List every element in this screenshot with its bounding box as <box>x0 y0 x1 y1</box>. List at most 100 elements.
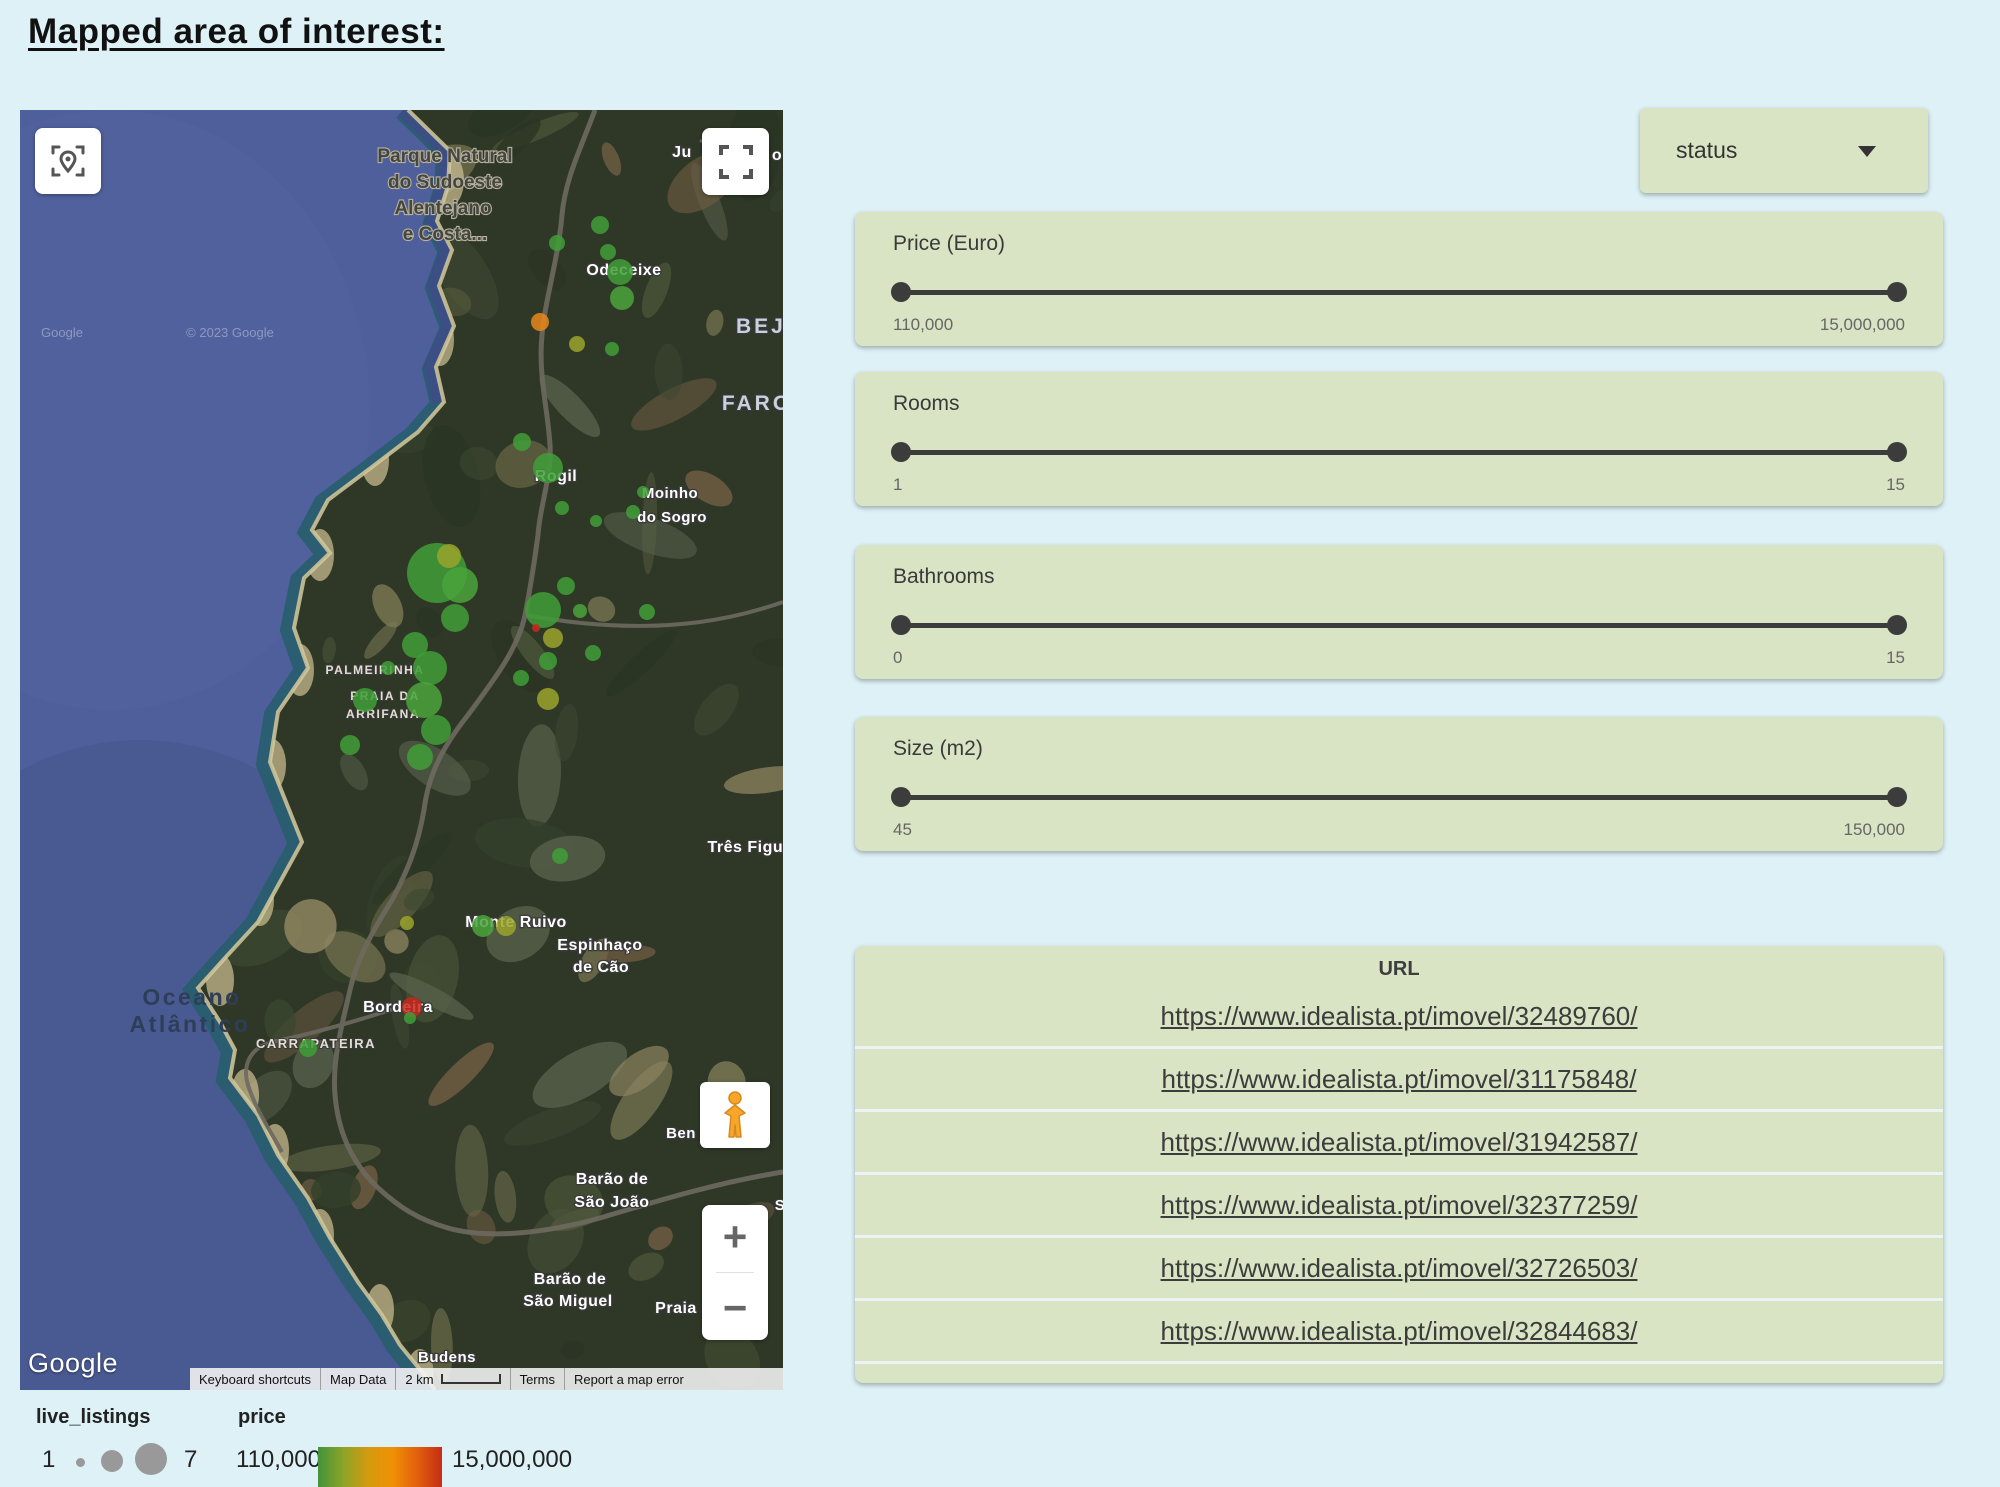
size-min-value: 45 <box>893 820 912 840</box>
scale-bracket <box>441 1374 501 1384</box>
size-slider-handle-max[interactable] <box>1887 787 1907 807</box>
map-label: Google <box>41 325 83 340</box>
listing-dot[interactable] <box>610 286 634 310</box>
listing-dot[interactable] <box>637 486 649 498</box>
listing-link[interactable]: https://www.idealista.pt/imovel/32489760… <box>1161 1001 1638 1032</box>
listing-dot[interactable] <box>406 682 442 718</box>
listing-dot[interactable] <box>496 916 516 936</box>
listing-dot[interactable] <box>543 628 563 648</box>
map-data-link[interactable]: Map Data <box>320 1368 395 1390</box>
listing-dot[interactable] <box>537 688 559 710</box>
listing-dot[interactable] <box>533 453 563 483</box>
listing-dot[interactable] <box>437 544 461 568</box>
listing-dot[interactable] <box>626 505 640 519</box>
listing-dot[interactable] <box>549 235 565 251</box>
size-legend-dot-large <box>135 1443 167 1475</box>
select-region-button[interactable] <box>35 128 101 194</box>
price-legend-max: 15,000,000 <box>452 1446 572 1474</box>
listing-dot[interactable] <box>573 604 587 618</box>
listing-link[interactable]: https://www.idealista.pt/imovel/32726503… <box>1161 1253 1638 1284</box>
listing-dot[interactable] <box>590 515 602 527</box>
price-slider-track[interactable] <box>895 290 1903 295</box>
listing-link[interactable]: https://www.idealista.pt/imovel/32377259… <box>1161 1190 1638 1221</box>
zoom-divider <box>716 1272 754 1273</box>
listing-dot[interactable] <box>555 501 569 515</box>
price-slider-handle-max[interactable] <box>1887 282 1907 302</box>
listing-dot[interactable] <box>472 915 494 937</box>
report-map-error-link[interactable]: Report a map error <box>564 1368 693 1390</box>
listing-link[interactable]: https://www.idealista.pt/imovel/31175848… <box>1161 1064 1636 1095</box>
bathrooms-slider-handle-max[interactable] <box>1887 615 1907 635</box>
status-dropdown[interactable]: status <box>1640 108 1928 193</box>
bathrooms-slider-label: Bathrooms <box>893 565 1905 589</box>
listing-dot[interactable] <box>441 604 469 632</box>
map-label: Três Figue <box>707 839 783 856</box>
pegman-button[interactable] <box>700 1082 770 1148</box>
price-min-value: 110,000 <box>893 315 953 335</box>
listing-link[interactable]: https://www.idealista.pt/imovel/32049204… <box>1161 1379 1638 1384</box>
listing-dot[interactable] <box>299 1039 317 1057</box>
listing-dot[interactable] <box>607 259 633 285</box>
listing-dot[interactable] <box>381 661 395 675</box>
fullscreen-button[interactable] <box>702 128 769 195</box>
map-label: © 2023 Google <box>186 325 274 340</box>
map-label: São Miguel <box>523 1293 612 1310</box>
listing-dot[interactable] <box>539 652 557 670</box>
listing-dot[interactable] <box>413 651 447 685</box>
bathrooms-max-value: 15 <box>1886 648 1905 668</box>
map-label: Barão de <box>576 1171 648 1188</box>
rooms-slider-handle-min[interactable] <box>891 442 911 462</box>
bathrooms-slider-handle-min[interactable] <box>891 615 911 635</box>
table-row: https://www.idealista.pt/imovel/32377259… <box>855 1172 1943 1235</box>
map-label: PALMEIRINHA <box>326 663 425 677</box>
fullscreen-icon <box>718 144 754 180</box>
map-canvas[interactable]: Parque Naturaldo SudoesteAlentejanoe Cos… <box>20 110 783 1390</box>
listing-dot[interactable] <box>585 645 601 661</box>
listing-link[interactable]: https://www.idealista.pt/imovel/31942587… <box>1161 1127 1638 1158</box>
listing-dot[interactable] <box>340 735 360 755</box>
bathrooms-slider-track[interactable] <box>895 623 1903 628</box>
size-slider-handle-min[interactable] <box>891 787 911 807</box>
listing-dot[interactable] <box>442 567 478 603</box>
rooms-slider-handle-max[interactable] <box>1887 442 1907 462</box>
map-label: Praia <box>655 1300 697 1317</box>
listing-dot[interactable] <box>525 592 561 628</box>
map-label: FARO <box>722 392 783 415</box>
map-label: o <box>772 147 782 164</box>
terms-link[interactable]: Terms <box>510 1368 564 1390</box>
listing-dot[interactable] <box>569 336 585 352</box>
listing-dot[interactable] <box>513 433 531 451</box>
table-row: https://www.idealista.pt/imovel/32726503… <box>855 1235 1943 1298</box>
listing-dot[interactable] <box>531 313 549 331</box>
table-row: https://www.idealista.pt/imovel/32049204… <box>855 1361 1943 1383</box>
listing-dot[interactable] <box>404 1012 416 1024</box>
listing-dot[interactable] <box>407 744 433 770</box>
listing-dot[interactable] <box>421 715 451 745</box>
listing-dot[interactable] <box>600 244 616 260</box>
rooms-slider-track[interactable] <box>895 450 1903 455</box>
price-slider-handle-min[interactable] <box>891 282 911 302</box>
pegman-icon <box>722 1091 748 1139</box>
bathrooms-min-value: 0 <box>893 648 902 668</box>
bathrooms-filter-panel: Bathrooms 0 15 <box>855 545 1943 679</box>
map-label: Moinho <box>642 485 698 502</box>
listing-dot[interactable] <box>591 216 609 234</box>
google-logo[interactable]: Google <box>28 1348 118 1379</box>
listing-dot[interactable] <box>513 670 529 686</box>
size-slider-track[interactable] <box>895 795 1903 800</box>
listing-dot[interactable] <box>639 604 655 620</box>
table-row: https://www.idealista.pt/imovel/32489760… <box>855 986 1943 1046</box>
rooms-min-value: 1 <box>893 475 902 495</box>
listing-dot[interactable] <box>532 624 540 632</box>
zoom-out-button[interactable]: − <box>702 1282 768 1334</box>
listing-dot[interactable] <box>605 342 619 356</box>
keyboard-shortcuts-link[interactable]: Keyboard shortcuts <box>190 1368 320 1390</box>
listing-dot[interactable] <box>353 688 377 712</box>
listing-dot[interactable] <box>557 577 575 595</box>
zoom-in-button[interactable]: + <box>702 1211 768 1263</box>
listing-link[interactable]: https://www.idealista.pt/imovel/32844683… <box>1161 1316 1638 1347</box>
status-dropdown-label: status <box>1676 137 1737 164</box>
listing-dot[interactable] <box>552 848 568 864</box>
listing-dot[interactable] <box>400 916 414 930</box>
price-max-value: 15,000,000 <box>1820 315 1905 335</box>
